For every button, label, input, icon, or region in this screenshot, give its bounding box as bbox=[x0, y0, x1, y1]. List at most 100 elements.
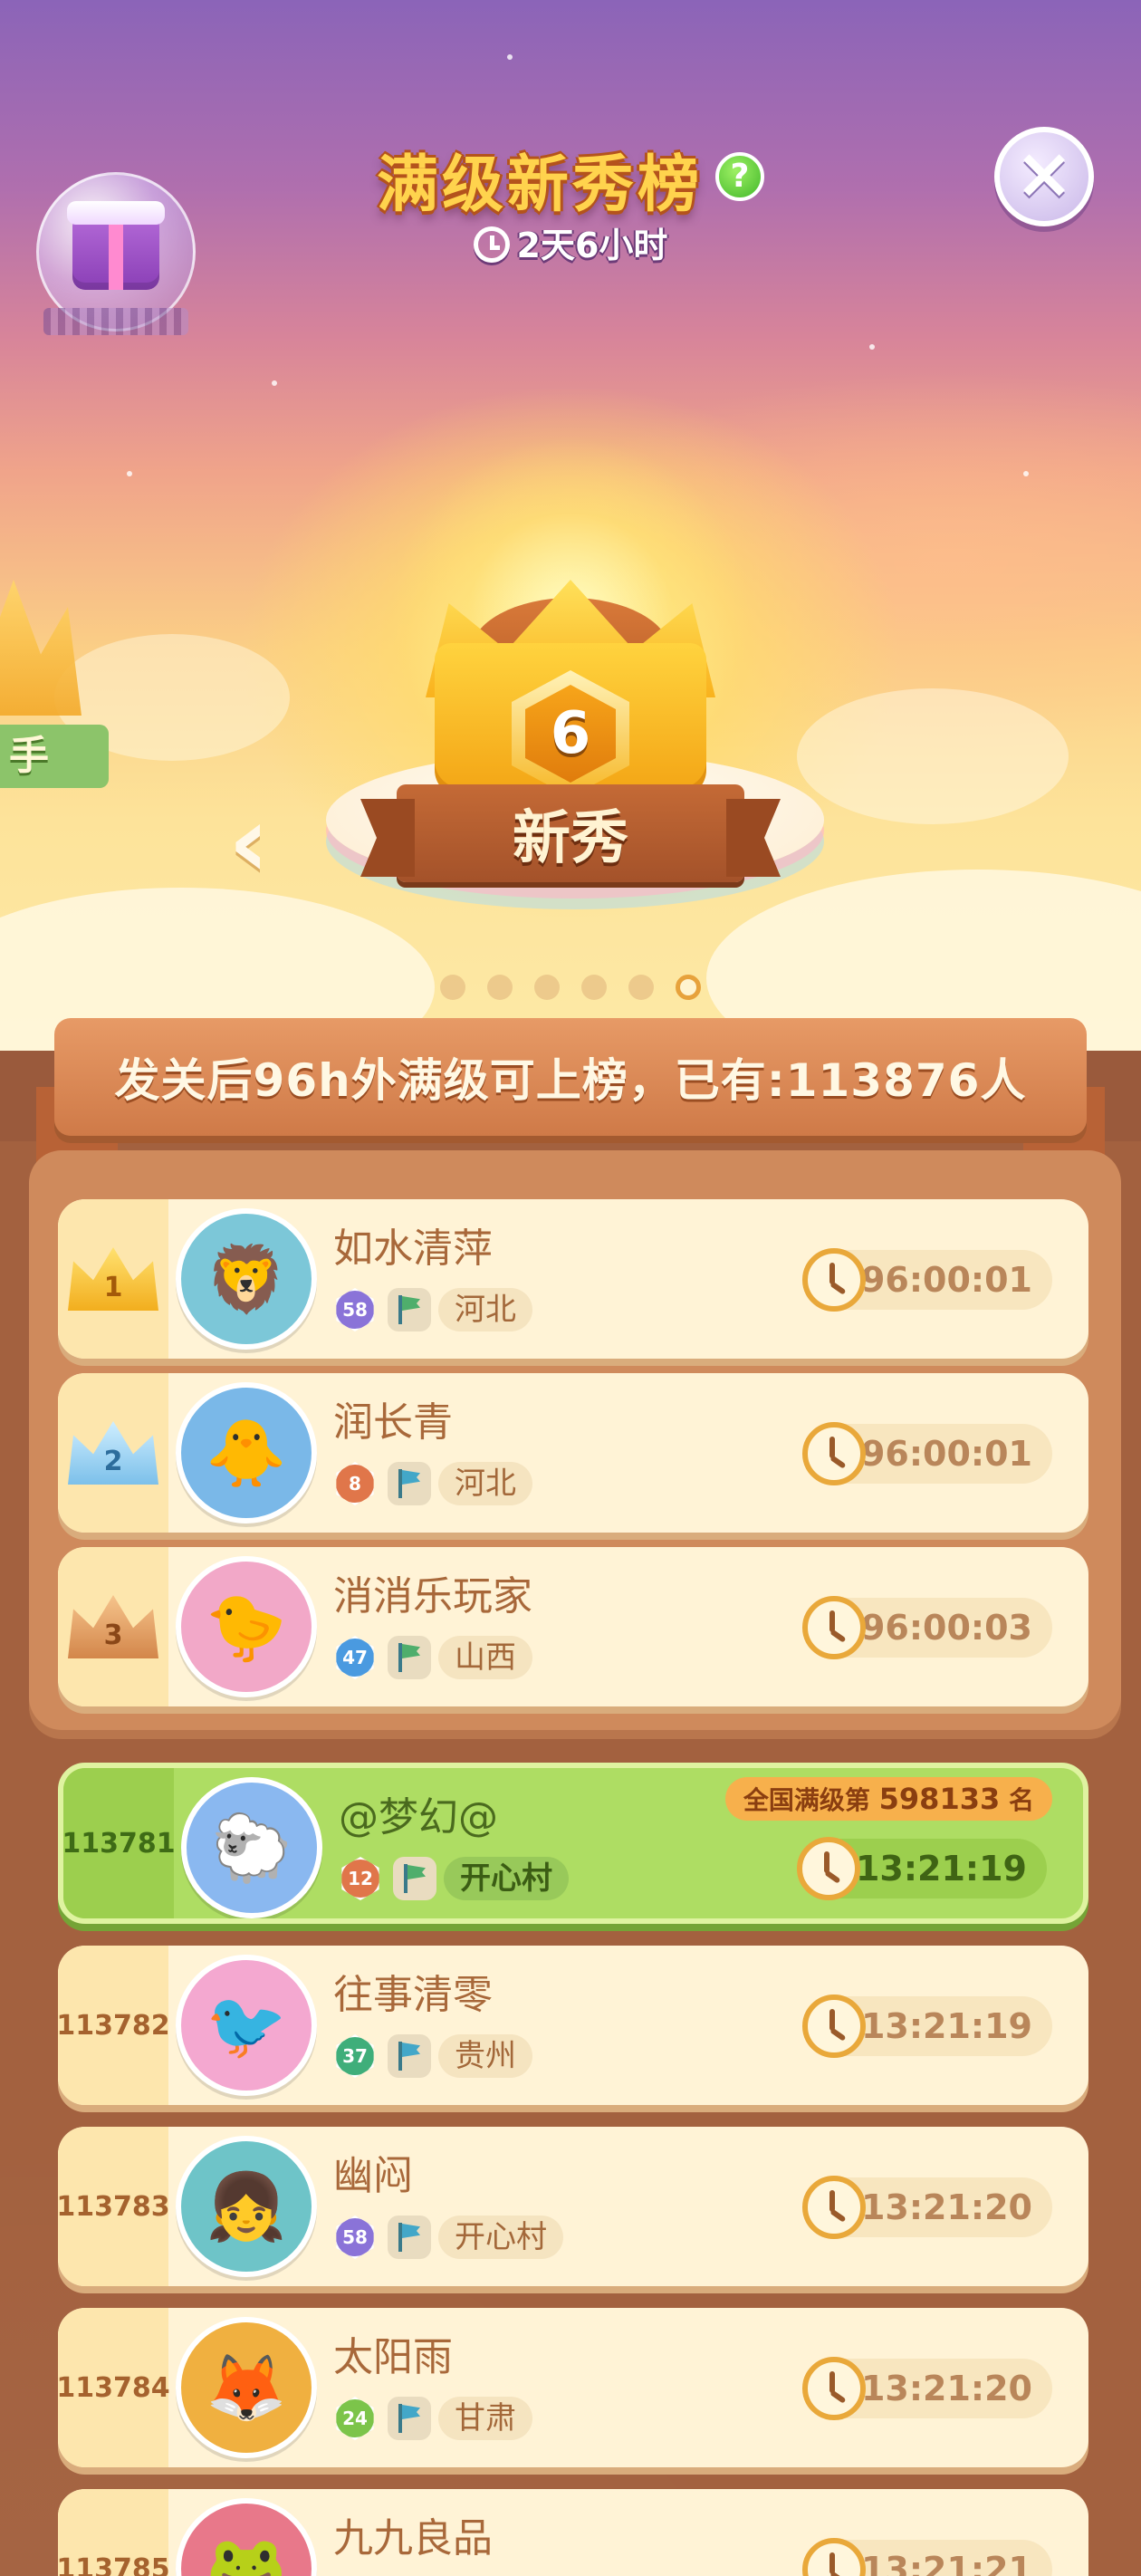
region-label: 贵州 bbox=[438, 2034, 532, 2078]
time-value: 96:00:03 bbox=[860, 1608, 1032, 1648]
flag-icon bbox=[388, 2034, 431, 2078]
sky-star bbox=[869, 344, 875, 350]
level-badge: 12 bbox=[341, 1857, 379, 1900]
list-row[interactable]: 113784 🦊 太阳雨 24 甘肃 113:21:20 bbox=[58, 2308, 1088, 2467]
player-meta: 12 开心村 bbox=[339, 1851, 569, 1906]
region-label: 甘肃 bbox=[438, 2397, 532, 2440]
time-value: 113:21:19 bbox=[837, 2006, 1032, 2046]
flag-icon bbox=[393, 1857, 436, 1900]
bronze-crown-medal-icon: 3 bbox=[68, 1595, 158, 1658]
region-label: 河北 bbox=[438, 1462, 532, 1505]
banner-text: 发关后96h外满级可上榜，已有:113876人 bbox=[114, 1054, 1027, 1107]
time-value: 96:00:01 bbox=[860, 1434, 1032, 1474]
level-badge: 58 bbox=[336, 2216, 374, 2259]
sky-star bbox=[127, 471, 132, 476]
level-name: 新秀 bbox=[513, 805, 628, 872]
region-label: 开心村 bbox=[438, 2216, 563, 2259]
level-ribbon: 新秀 bbox=[397, 784, 744, 882]
gift-progress-bar bbox=[43, 308, 188, 335]
help-icon[interactable]: ? bbox=[715, 151, 764, 201]
region-label: 河北 bbox=[438, 1288, 532, 1331]
time-pill: 113:21:19 bbox=[802, 1994, 1052, 2058]
podium-row[interactable]: 2 🐥 润长青 8 河北 96:00:01 bbox=[58, 1373, 1088, 1533]
clock-icon bbox=[797, 1837, 860, 1900]
podium-row[interactable]: 3 🐤 消消乐玩家 47 山西 96:00:03 bbox=[58, 1547, 1088, 1706]
player-meta: 58 河北 bbox=[333, 1283, 532, 1337]
player-name: @梦幻@ bbox=[339, 1794, 498, 1841]
page-dot[interactable] bbox=[487, 975, 513, 1000]
countdown-text: 2天6小时 bbox=[516, 226, 668, 265]
player-name: 九九良品 bbox=[333, 2515, 493, 2562]
flag-icon bbox=[388, 2397, 431, 2440]
level-badge: 58 bbox=[336, 1288, 374, 1331]
avatar[interactable]: 🐸 bbox=[176, 2498, 317, 2576]
sky-star bbox=[1023, 471, 1029, 476]
clock-icon bbox=[802, 2176, 866, 2239]
flag-icon bbox=[388, 1462, 431, 1505]
avatar[interactable]: 🦁 bbox=[176, 1208, 317, 1350]
player-name: 消消乐玩家 bbox=[333, 1573, 532, 1620]
player-meta: 47 山西 bbox=[333, 1630, 532, 1685]
avatar[interactable]: 🦊 bbox=[176, 2317, 317, 2458]
page-dot[interactable] bbox=[628, 975, 654, 1000]
time-pill: 113:21:20 bbox=[802, 2357, 1052, 2420]
clock-icon bbox=[473, 226, 510, 263]
page-dot-active[interactable] bbox=[676, 975, 701, 1000]
time-pill: 113:21:20 bbox=[802, 2176, 1052, 2239]
player-meta: 58 开心村 bbox=[333, 2210, 563, 2264]
page-dot[interactable] bbox=[534, 975, 560, 1000]
list-row[interactable]: 113782 🐦 往事清零 37 贵州 113:21:19 bbox=[58, 1946, 1088, 2105]
rank-number: 113784 bbox=[58, 2371, 170, 2404]
page-title: 满级新秀榜 bbox=[376, 149, 703, 221]
time-pill: 113:21:19 bbox=[797, 1837, 1047, 1900]
player-name: 太阳雨 bbox=[333, 2334, 453, 2380]
rank-cell: 2 bbox=[58, 1373, 168, 1533]
silver-crown-medal-icon: 2 bbox=[68, 1421, 158, 1485]
avatar[interactable]: 🐤 bbox=[176, 1556, 317, 1697]
flag-icon bbox=[388, 1288, 431, 1331]
rank-cell: 113781 bbox=[63, 1768, 176, 1918]
clock-icon bbox=[802, 1248, 866, 1312]
level-number: 6 bbox=[525, 685, 616, 783]
sky-star bbox=[507, 54, 513, 60]
rank-number: 113783 bbox=[58, 2190, 170, 2223]
prev-level-crown[interactable] bbox=[0, 580, 82, 716]
time-value: 96:00:01 bbox=[860, 1260, 1032, 1300]
list-row[interactable]: 113785 🐸 九九良品 113:21:21 bbox=[58, 2489, 1088, 2576]
region-label: 山西 bbox=[438, 1636, 532, 1679]
avatar[interactable]: 🐦 bbox=[176, 1955, 317, 2096]
self-rank-row[interactable]: 113781 🐑 @梦幻@ 12 开心村 全国满级第 598133 名 113:… bbox=[58, 1763, 1088, 1924]
rank-number: 113785 bbox=[58, 2552, 170, 2576]
nation-rank-badge: 全国满级第 598133 名 bbox=[724, 1777, 1052, 1821]
player-meta: 37 贵州 bbox=[333, 2029, 532, 2083]
rank-cell: 113784 bbox=[58, 2308, 170, 2467]
chevron-left-icon[interactable]: ‹ bbox=[228, 792, 292, 891]
player-name: 润长青 bbox=[333, 1399, 453, 1446]
nation-rank-suffix: 名 bbox=[1008, 1785, 1034, 1815]
level-badge: 8 bbox=[336, 1462, 374, 1505]
player-name: 往事清零 bbox=[333, 1972, 493, 2018]
nation-rank-prefix: 全国满级第 bbox=[743, 1785, 870, 1815]
rank-cell: 3 bbox=[58, 1547, 168, 1706]
region-label: 开心村 bbox=[444, 1857, 569, 1900]
time-value: 113:21:19 bbox=[831, 1849, 1027, 1889]
page-dot[interactable] bbox=[581, 975, 607, 1000]
flag-icon bbox=[388, 1636, 431, 1679]
flag-icon bbox=[388, 2216, 431, 2259]
player-meta: 8 河北 bbox=[333, 1456, 532, 1511]
list-row[interactable]: 113783 👧 幽闷 58 开心村 113:21:20 bbox=[58, 2127, 1088, 2286]
podium-row[interactable]: 1 🦁 如水清萍 58 河北 96:00:01 bbox=[58, 1199, 1088, 1359]
avatar[interactable]: 🐑 bbox=[181, 1777, 322, 1918]
prev-level-ribbon[interactable]: 手 bbox=[0, 725, 109, 788]
avatar[interactable]: 👧 bbox=[176, 2136, 317, 2277]
page-dot[interactable] bbox=[440, 975, 465, 1000]
time-pill: 96:00:03 bbox=[802, 1596, 1052, 1659]
sky-star bbox=[272, 380, 277, 386]
level-badge: 24 bbox=[336, 2397, 374, 2440]
rank-cell: 113783 bbox=[58, 2127, 170, 2286]
prev-level-label: 手 bbox=[9, 733, 49, 779]
player-name: 幽闷 bbox=[333, 2153, 413, 2199]
close-button[interactable]: × bbox=[994, 127, 1094, 226]
rank-number: 113782 bbox=[58, 2009, 170, 2042]
avatar[interactable]: 🐥 bbox=[176, 1382, 317, 1523]
